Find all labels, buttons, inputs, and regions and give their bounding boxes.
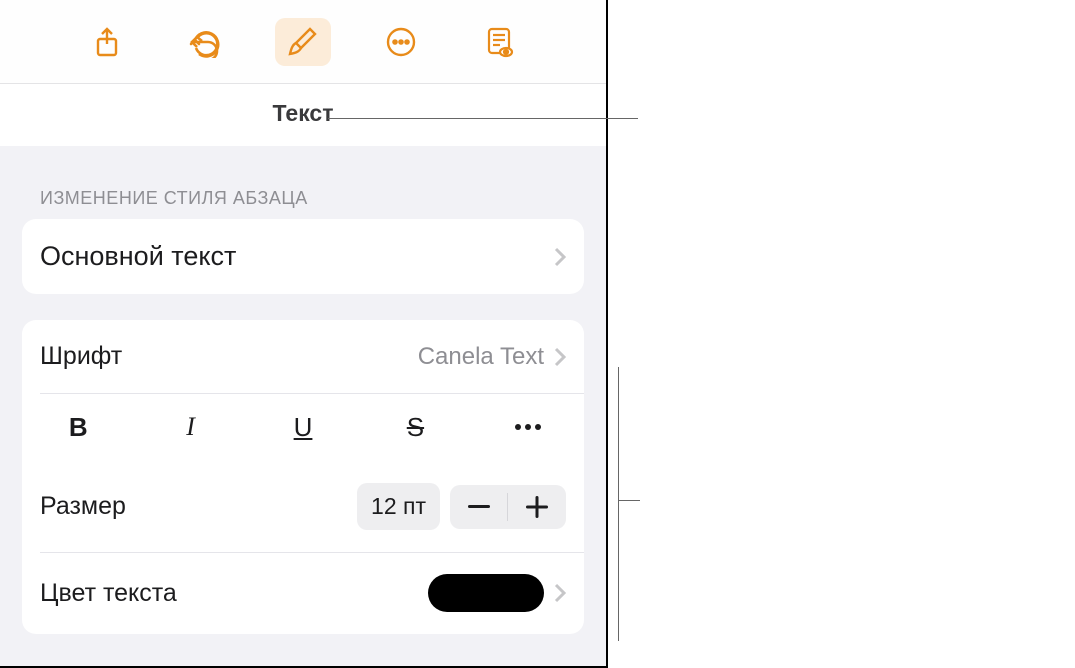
- strikethrough-button[interactable]: S: [359, 393, 471, 461]
- tab-row: Текст: [0, 84, 606, 146]
- undo-icon-alt: [189, 26, 221, 58]
- callout-line: [328, 118, 638, 119]
- text-color-label: Цвет текста: [40, 579, 177, 608]
- share-button[interactable]: [79, 18, 135, 66]
- italic-button[interactable]: I: [134, 393, 246, 461]
- more-text-options-button[interactable]: [472, 393, 584, 461]
- text-style-row: B I U S: [22, 393, 584, 461]
- chevron-right-icon: [554, 247, 566, 267]
- underline-button[interactable]: U: [247, 393, 359, 461]
- paragraph-style-label: Основной текст: [40, 241, 236, 272]
- brush-icon: [287, 26, 319, 58]
- callout-line: [618, 367, 619, 641]
- callout-line: [618, 500, 640, 501]
- toolbar: [0, 0, 606, 84]
- size-stepper: [450, 485, 566, 529]
- chevron-right-icon: [554, 347, 566, 367]
- paragraph-style-card: Основной текст: [22, 219, 584, 294]
- size-value-button[interactable]: 12 пт: [357, 483, 440, 530]
- chevron-right-icon: [554, 583, 566, 603]
- size-increase-button[interactable]: [508, 485, 566, 529]
- minus-icon: [468, 505, 490, 509]
- tab-text[interactable]: Текст: [273, 100, 334, 131]
- more-icon: [385, 26, 417, 58]
- font-row[interactable]: Шрифт Canela Text: [22, 320, 584, 393]
- color-swatch[interactable]: [428, 574, 544, 612]
- ellipsis-icon: [514, 423, 542, 431]
- text-color-row[interactable]: Цвет текста: [22, 552, 584, 634]
- format-brush-button[interactable]: [275, 18, 331, 66]
- size-row: Размер 12 пт: [22, 461, 584, 552]
- more-button[interactable]: [373, 18, 429, 66]
- undo-button[interactable]: [177, 18, 233, 66]
- size-label: Размер: [40, 492, 126, 521]
- size-decrease-button[interactable]: [450, 485, 508, 529]
- font-value: Canela Text: [418, 343, 544, 371]
- bold-button[interactable]: B: [22, 393, 134, 461]
- view-mode-button[interactable]: [471, 18, 527, 66]
- reader-icon: [483, 26, 515, 58]
- format-panel-content: ИЗМЕНЕНИЕ СТИЛЯ АБЗАЦА Основной текст Шр…: [0, 146, 606, 666]
- plus-icon: [526, 496, 548, 518]
- font-card: Шрифт Canela Text B I U S: [22, 320, 584, 634]
- paragraph-style-row[interactable]: Основной текст: [22, 219, 584, 294]
- share-icon: [91, 26, 123, 58]
- font-label: Шрифт: [40, 342, 122, 371]
- paragraph-style-header: ИЗМЕНЕНИЕ СТИЛЯ АБЗАЦА: [22, 188, 584, 209]
